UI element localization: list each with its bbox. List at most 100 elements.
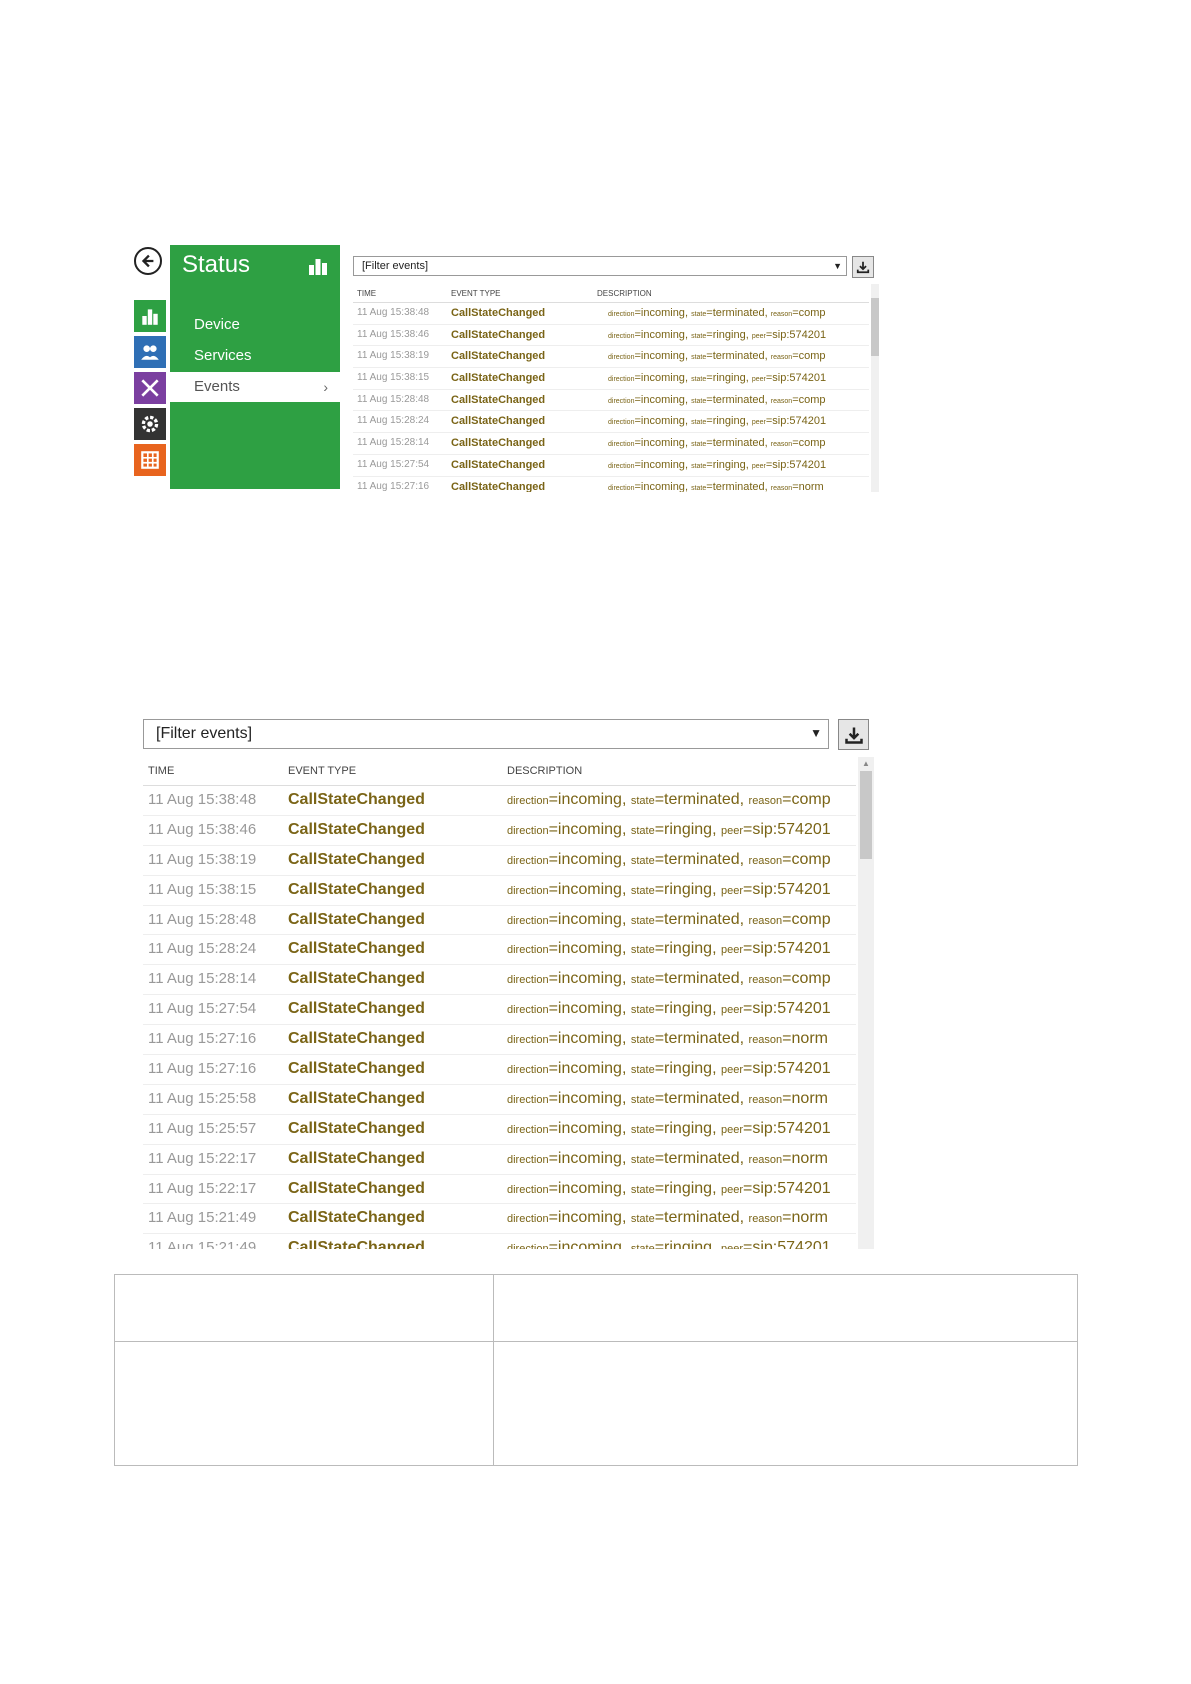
table-row[interactable]: 11 Aug 15:27:16 CallStateChanged direction… [353, 477, 869, 493]
event-description: direction=incoming, state=ringing, peer=… [507, 1060, 831, 1078]
nav-events-label: Events [194, 378, 240, 395]
table-row[interactable]: 11 Aug 15:38:15 CallStateChanged direction… [353, 368, 869, 390]
table-row[interactable]: 11 Aug 15:27:54 CallStateChanged direction… [143, 995, 856, 1026]
desc-value: terminated [664, 791, 740, 808]
desc-key: peer [751, 376, 766, 384]
desc-key: direction [608, 484, 635, 492]
table-row[interactable]: 11 Aug 15:38:19 CallStateChanged direction… [353, 346, 869, 369]
scrollbar[interactable]: ▲ [858, 757, 874, 1249]
desc-key: state [630, 884, 655, 897]
desc-value: incoming [557, 1000, 622, 1018]
table-row[interactable]: 11 Aug 15:27:16 CallStateChanged direction… [143, 1025, 856, 1056]
nav-device[interactable]: Device [170, 310, 340, 340]
desc-value: sip:574201 [752, 880, 831, 898]
desc-value: norm [791, 1149, 828, 1167]
table-row[interactable]: 11 Aug 15:22:17 CallStateChanged direction… [143, 1145, 856, 1175]
desc-value: ringing [664, 1119, 713, 1137]
desc-key: direction [507, 1004, 549, 1017]
back-button[interactable] [134, 247, 162, 275]
desc-value: ringing [664, 940, 713, 958]
table-row[interactable]: 11 Aug 15:28:48 CallStateChanged direction… [143, 906, 856, 936]
desc-key: direction [608, 419, 635, 427]
desc-value: comp [791, 850, 831, 868]
download-button[interactable] [852, 256, 874, 278]
event-description: direction=incoming, state=ringing, peer=… [608, 458, 827, 471]
desc-key: reason [748, 795, 783, 807]
rail-apps[interactable] [134, 444, 166, 476]
desc-value: incoming [557, 1239, 622, 1249]
desc-key: direction [507, 824, 549, 837]
rail-status[interactable] [134, 300, 166, 332]
filter-events-select[interactable]: [Filter events] ▼ [143, 719, 829, 749]
tools-icon [141, 379, 159, 397]
event-description: direction=incoming, state=ringing, peer=… [507, 1119, 831, 1137]
nav-services[interactable]: Services [170, 341, 340, 371]
scrollbar[interactable] [871, 284, 879, 492]
table-row[interactable]: 11 Aug 15:27:16 CallStateChanged direction… [143, 1055, 856, 1085]
event-time: 11 Aug 15:38:19 [148, 850, 257, 868]
desc-value: ringing [664, 1060, 713, 1078]
desc-key: reason [748, 1213, 783, 1226]
table-row[interactable]: 11 Aug 15:28:24 CallStateChanged direction… [143, 935, 856, 966]
event-type: CallStateChanged [288, 880, 425, 898]
desc-key: direction [608, 397, 635, 405]
desc-value: incoming [557, 880, 622, 898]
desc-value: ringing [712, 458, 746, 471]
empty-table [114, 1274, 1078, 1466]
desc-key: state [630, 944, 655, 957]
table-row[interactable]: 11 Aug 15:38:46 CallStateChanged direction… [143, 816, 856, 846]
desc-value: incoming [640, 415, 685, 428]
rail-hardware[interactable] [134, 372, 166, 404]
event-description: direction=incoming, state=terminated, re… [507, 1209, 828, 1227]
table-row[interactable]: 11 Aug 15:38:15 CallStateChanged direction… [143, 876, 856, 906]
table-header: TIME EVENT TYPE DESCRIPTION [353, 284, 869, 303]
nav-events[interactable]: Events › [170, 372, 340, 402]
desc-key: reason [748, 1153, 783, 1166]
table-row[interactable]: 11 Aug 15:22:17 CallStateChanged direction… [143, 1175, 856, 1205]
table-row[interactable]: 11 Aug 15:28:48 CallStateChanged direction… [353, 390, 869, 412]
desc-value: terminated [712, 393, 765, 406]
desc-value: incoming [557, 1060, 622, 1078]
desc-key: state [630, 1183, 655, 1196]
event-time: 11 Aug 15:25:57 [148, 1119, 257, 1137]
table-row[interactable]: 11 Aug 15:38:48 CallStateChanged direction… [143, 786, 856, 816]
filter-placeholder: [Filter events] [156, 725, 253, 742]
events-table: TIME EVENT TYPE DESCRIPTION 11 Aug 15:38… [143, 757, 856, 1249]
table-row[interactable]: 11 Aug 15:25:57 CallStateChanged direction… [143, 1115, 856, 1145]
directory-icon [141, 345, 159, 360]
event-time: 11 Aug 15:28:14 [148, 970, 257, 988]
desc-value: terminated [664, 1030, 740, 1048]
desc-key: reason [770, 441, 793, 449]
desc-key: direction [507, 1034, 549, 1047]
rail-settings[interactable] [134, 408, 166, 440]
event-time: 11 Aug 15:27:16 [148, 1060, 257, 1078]
event-description: direction=incoming, state=ringing, peer=… [507, 1239, 856, 1249]
desc-value: incoming [557, 1119, 622, 1137]
scroll-up-icon[interactable]: ▲ [862, 759, 870, 768]
download-button[interactable] [838, 719, 869, 750]
table-row[interactable]: 11 Aug 15:27:54 CallStateChanged direction… [353, 455, 869, 477]
filter-events-select[interactable]: [Filter events] ▼ [353, 256, 847, 276]
event-time: 11 Aug 15:28:48 [357, 393, 430, 405]
event-type: CallStateChanged [288, 1000, 425, 1018]
table-row[interactable]: 11 Aug 15:38:48 CallStateChanged direction… [353, 303, 869, 325]
col-description: DESCRIPTION [507, 765, 583, 777]
table-row[interactable]: 11 Aug 15:28:14 CallStateChanged direction… [353, 433, 869, 455]
table-row[interactable]: 11 Aug 15:25:58 CallStateChanged direction… [143, 1085, 856, 1115]
event-description: direction=incoming, state=ringing, peer=… [507, 1179, 831, 1197]
desc-key: direction [507, 1153, 549, 1166]
desc-key: direction [608, 332, 635, 340]
table-row[interactable]: 11 Aug 15:28:24 CallStateChanged direction… [353, 411, 869, 434]
scrollbar-thumb[interactable] [860, 771, 872, 859]
table-row[interactable]: 11 Aug 15:21:49 CallStateChanged direction… [143, 1234, 856, 1249]
rail-directory[interactable] [134, 336, 166, 368]
table-row[interactable]: 11 Aug 15:21:49 CallStateChanged direction… [143, 1204, 856, 1235]
desc-key: state [691, 376, 707, 384]
scrollbar-thumb[interactable] [871, 298, 879, 356]
desc-key: state [691, 311, 707, 318]
table-row[interactable]: 11 Aug 15:38:46 CallStateChanged direction… [353, 325, 869, 347]
table-row[interactable]: 11 Aug 15:38:19 CallStateChanged direction… [143, 846, 856, 876]
table-row[interactable]: 11 Aug 15:28:14 CallStateChanged direction… [143, 965, 856, 996]
event-type: CallStateChanged [288, 1030, 425, 1048]
event-time: 11 Aug 15:28:14 [357, 437, 430, 449]
